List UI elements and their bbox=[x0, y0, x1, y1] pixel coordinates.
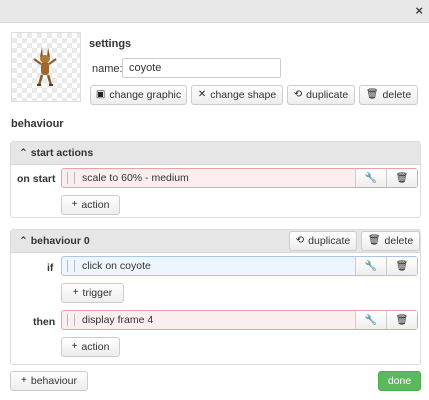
drag-handle[interactable] bbox=[67, 260, 75, 272]
duplicate-icon: ⟲ bbox=[293, 89, 303, 100]
change-shape-button[interactable]: ✕ change shape bbox=[191, 85, 283, 105]
collapse-icon: ⌃ bbox=[19, 147, 28, 159]
wrench-icon[interactable]: 🔧 bbox=[355, 257, 386, 275]
drag-handle[interactable] bbox=[67, 314, 75, 326]
duplicate-button[interactable]: ⟲ duplicate bbox=[287, 85, 355, 105]
trash-icon[interactable]: 🗑 bbox=[386, 257, 417, 275]
trash-icon: 🗑 bbox=[367, 235, 381, 246]
add-trigger-button[interactable]: + trigger bbox=[61, 283, 124, 303]
image-icon: ▣ bbox=[95, 89, 106, 100]
add-start-action-button[interactable]: + action bbox=[61, 195, 120, 215]
close-icon[interactable]: × bbox=[415, 3, 423, 18]
start-actions-header[interactable]: ⌃ start actions bbox=[11, 142, 420, 165]
delete-button[interactable]: 🗑 delete bbox=[359, 85, 418, 105]
wrench-icon[interactable]: 🔧 bbox=[355, 169, 386, 187]
then-label: then bbox=[33, 316, 56, 328]
change-graphic-label: change graphic bbox=[109, 89, 182, 101]
start-action-item[interactable]: scale to 60% - medium 🔧 🗑 bbox=[61, 168, 418, 188]
behaviour-duplicate-button[interactable]: ⟲ duplicate bbox=[289, 231, 357, 251]
trash-icon[interactable]: 🗑 bbox=[386, 311, 417, 329]
plus-icon: + bbox=[21, 375, 27, 386]
start-action-text: scale to 60% - medium bbox=[82, 172, 189, 184]
on-start-label: on start bbox=[17, 173, 56, 185]
add-behaviour-button[interactable]: + behaviour bbox=[10, 371, 88, 391]
add-trigger-label: trigger bbox=[82, 287, 113, 299]
sprite-thumbnail bbox=[11, 32, 81, 102]
duplicate-label: duplicate bbox=[306, 89, 349, 101]
start-actions-title-text: start actions bbox=[30, 147, 94, 159]
trash-icon[interactable]: 🗑 bbox=[386, 169, 417, 187]
trigger-text: click on coyote bbox=[82, 260, 151, 272]
plus-icon: + bbox=[71, 199, 78, 210]
if-label: if bbox=[47, 262, 54, 274]
behaviour-0-title: ⌃ behaviour 0 bbox=[19, 235, 90, 247]
behaviour-delete-label: delete bbox=[384, 235, 414, 247]
add-behaviour-label: behaviour bbox=[30, 375, 77, 387]
behaviour-duplicate-label: duplicate bbox=[308, 235, 351, 247]
start-actions-panel: ⌃ start actions on start scale to 60% - … bbox=[10, 141, 421, 218]
dialog-titlebar: × bbox=[0, 0, 429, 23]
collapse-icon: ⌃ bbox=[19, 235, 28, 247]
add-behaviour-action-button[interactable]: + action bbox=[61, 337, 120, 357]
settings-title: settings bbox=[89, 38, 132, 50]
shape-icon: ✕ bbox=[197, 89, 207, 100]
behaviour-action-item[interactable]: display frame 4 🔧 🗑 bbox=[61, 310, 418, 330]
duplicate-icon: ⟲ bbox=[295, 235, 305, 246]
behaviour-0-header[interactable]: ⌃ behaviour 0 ⟲ duplicate 🗑 delete bbox=[11, 230, 420, 253]
drag-handle[interactable] bbox=[67, 172, 75, 184]
start-actions-title: ⌃ start actions bbox=[19, 147, 93, 159]
trigger-item[interactable]: click on coyote 🔧 🗑 bbox=[61, 256, 418, 276]
behaviour-section-label: behaviour bbox=[11, 118, 64, 130]
done-button[interactable]: done bbox=[378, 371, 421, 391]
change-shape-label: change shape bbox=[210, 89, 277, 101]
wrench-icon[interactable]: 🔧 bbox=[355, 311, 386, 329]
trash-icon: 🗑 bbox=[365, 89, 379, 100]
change-graphic-button[interactable]: ▣ change graphic bbox=[90, 85, 187, 105]
behaviour-action-text: display frame 4 bbox=[82, 314, 154, 326]
add-action-label: action bbox=[81, 199, 110, 211]
plus-icon: + bbox=[71, 341, 78, 352]
behaviour-delete-button[interactable]: 🗑 delete bbox=[361, 231, 420, 251]
plus-icon: + bbox=[72, 287, 79, 298]
behaviour-0-title-text: behaviour 0 bbox=[30, 235, 90, 247]
delete-label: delete bbox=[382, 89, 412, 101]
behaviour-0-panel: ⌃ behaviour 0 ⟲ duplicate 🗑 delete if cl… bbox=[10, 229, 421, 365]
coyote-sprite-icon bbox=[33, 47, 57, 86]
name-input[interactable] bbox=[122, 58, 281, 78]
add-action-label: action bbox=[81, 341, 110, 353]
name-label: name: bbox=[92, 63, 123, 75]
